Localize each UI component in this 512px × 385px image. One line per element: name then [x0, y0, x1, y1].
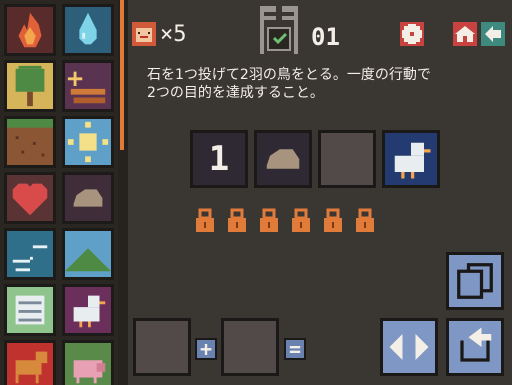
- home-icon[interactable]: [453, 22, 477, 46]
- dog-icon: [7, 343, 53, 385]
- lock-icon: [228, 208, 246, 232]
- tree-tile[interactable]: [4, 60, 56, 112]
- swap-arrows-icon: [383, 321, 435, 373]
- level-number: 01: [311, 23, 340, 51]
- sun-tile[interactable]: [62, 116, 114, 168]
- wind-tile[interactable]: [4, 228, 56, 280]
- sequence-slot-3[interactable]: [318, 130, 376, 188]
- bird-icon: [65, 287, 111, 333]
- settings-gear-icon[interactable]: [400, 22, 424, 46]
- scroll-tile[interactable]: [4, 284, 56, 336]
- fire-icon: [7, 7, 53, 53]
- sequence-slot-2[interactable]: [254, 130, 312, 188]
- dog-tile[interactable]: [4, 340, 56, 385]
- stone-icon: [65, 175, 111, 221]
- water-tile[interactable]: [62, 4, 114, 56]
- water-icon: [65, 7, 111, 53]
- element-palette: [0, 0, 118, 385]
- sun-icon: [65, 119, 111, 165]
- stone-tile[interactable]: [62, 172, 114, 224]
- tree-icon: [7, 63, 53, 109]
- card-stack-icon: [449, 255, 501, 307]
- bird-icon: [385, 133, 437, 185]
- card-stack-button[interactable]: [446, 252, 504, 310]
- undo-button[interactable]: [446, 318, 504, 376]
- lives-count: ×5: [160, 22, 187, 47]
- plus-sign: +: [195, 337, 217, 361]
- pig-icon: [65, 343, 111, 385]
- wood-icon: [65, 63, 111, 109]
- pig-tile[interactable]: [62, 340, 114, 385]
- mountain-icon: [65, 231, 111, 277]
- bird-tile[interactable]: [62, 284, 114, 336]
- palette-scroll-indicator[interactable]: [120, 0, 124, 150]
- lock-icon: [196, 208, 214, 232]
- wind-icon: [7, 231, 53, 277]
- earth-icon: [7, 119, 53, 165]
- combine-input-slot-2[interactable]: [221, 318, 279, 376]
- wood-tile[interactable]: [62, 60, 114, 112]
- lock-icon: [356, 208, 374, 232]
- puzzle-instruction: 石を1つ投げて2羽の鳥をとる。一度の行動で 2つの目的を達成すること。: [147, 67, 431, 101]
- slot-number: 1: [208, 139, 230, 179]
- fire-tile[interactable]: [4, 4, 56, 56]
- lock-icon: [292, 208, 310, 232]
- lock-icon: [260, 208, 278, 232]
- back-arrow-icon[interactable]: [481, 22, 505, 46]
- combine-input-slot-1[interactable]: [133, 318, 191, 376]
- heart-tile[interactable]: [4, 172, 56, 224]
- stone-icon: [257, 133, 309, 185]
- equals-sign: =: [284, 337, 306, 361]
- sequence-slot-4[interactable]: [382, 130, 440, 188]
- sequence-slot-1[interactable]: 1: [190, 130, 248, 188]
- lock-icon: [324, 208, 342, 232]
- swap-button[interactable]: [380, 318, 438, 376]
- scroll-icon: [7, 287, 53, 333]
- mountain-tile[interactable]: [62, 228, 114, 280]
- lives-icon: [132, 22, 156, 46]
- panel-divider: [118, 0, 128, 385]
- heart-icon: [7, 175, 53, 221]
- header-bar: ×5 01: [128, 0, 512, 62]
- undo-arrow-icon: [449, 321, 501, 373]
- stage-gate-icon: [260, 6, 298, 54]
- earth-tile[interactable]: [4, 116, 56, 168]
